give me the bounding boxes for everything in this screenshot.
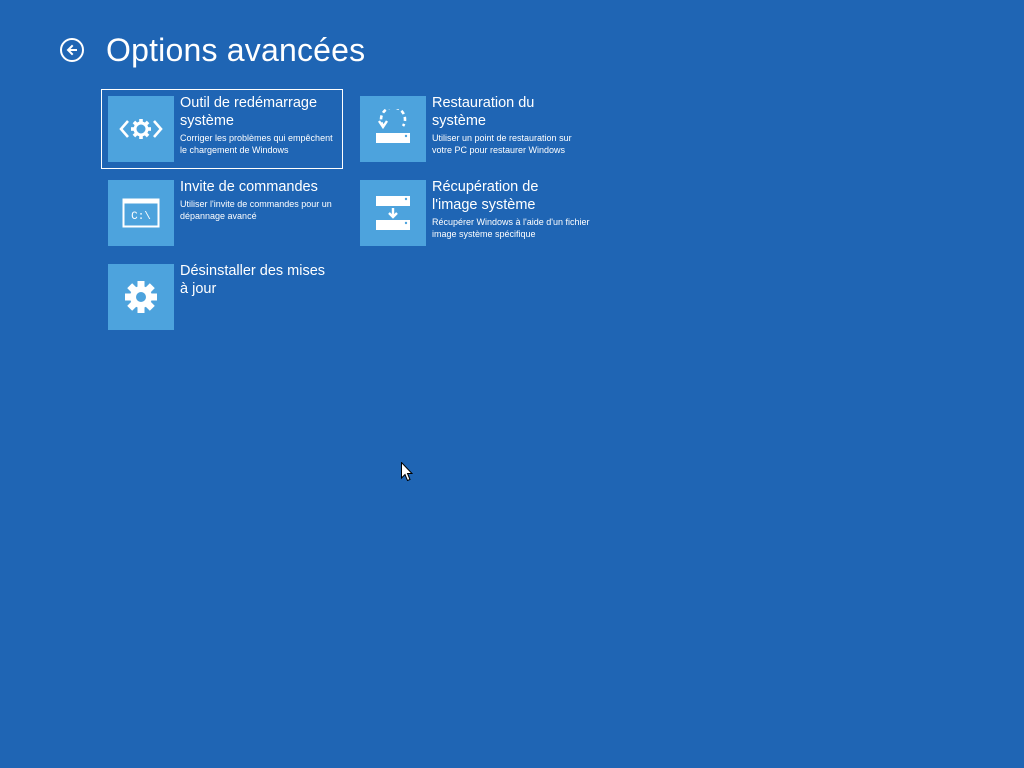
option-text: Outil de redémarrage système Corriger le…	[180, 94, 342, 156]
option-title: Désinstaller des mises à jour	[180, 263, 326, 297]
system-restore-icon	[360, 96, 426, 162]
back-arrow-icon	[66, 44, 77, 56]
uninstall-updates-gear-icon	[108, 264, 174, 330]
system-image-recovery-icon	[360, 180, 426, 246]
option-text: Invite de commandes Utiliser l'invite de…	[180, 178, 342, 222]
mouse-pointer-icon	[401, 461, 414, 487]
option-system-image-recovery[interactable]: Récupération de l'image système Récupére…	[353, 173, 595, 253]
option-title: Invite de commandes	[180, 179, 318, 195]
option-title: Restauration du système	[432, 95, 535, 129]
back-button[interactable]	[60, 38, 84, 62]
option-system-restore[interactable]: Restauration du système Utiliser un poin…	[353, 89, 595, 169]
option-description: Récupérer Windows à l'aide d'un fichier …	[432, 217, 590, 239]
option-text: Restauration du système Utiliser un poin…	[432, 94, 594, 156]
page-title: Options avancées	[106, 32, 366, 68]
option-description: Corriger les problèmes qui empêchent le …	[180, 133, 333, 155]
option-title: Récupération de l'image système	[432, 179, 539, 213]
option-startup-repair[interactable]: Outil de redémarrage système Corriger le…	[101, 89, 343, 169]
option-title: Outil de redémarrage système	[180, 95, 318, 129]
option-uninstall-updates[interactable]: Désinstaller des mises à jour	[101, 257, 343, 337]
option-command-prompt[interactable]: C:\ Invite de commandes Utiliser l'invit…	[101, 173, 343, 253]
command-prompt-icon-text: C:\	[131, 211, 151, 223]
option-text: Récupération de l'image système Récupére…	[432, 178, 594, 240]
option-description: Utiliser un point de restauration sur vo…	[432, 133, 572, 155]
startup-repair-icon	[108, 96, 174, 162]
option-text: Désinstaller des mises à jour	[180, 262, 342, 300]
header: Options avancées	[60, 28, 365, 72]
command-prompt-icon: C:\	[108, 180, 174, 246]
option-description: Utiliser l'invite de commandes pour un d…	[180, 199, 332, 221]
